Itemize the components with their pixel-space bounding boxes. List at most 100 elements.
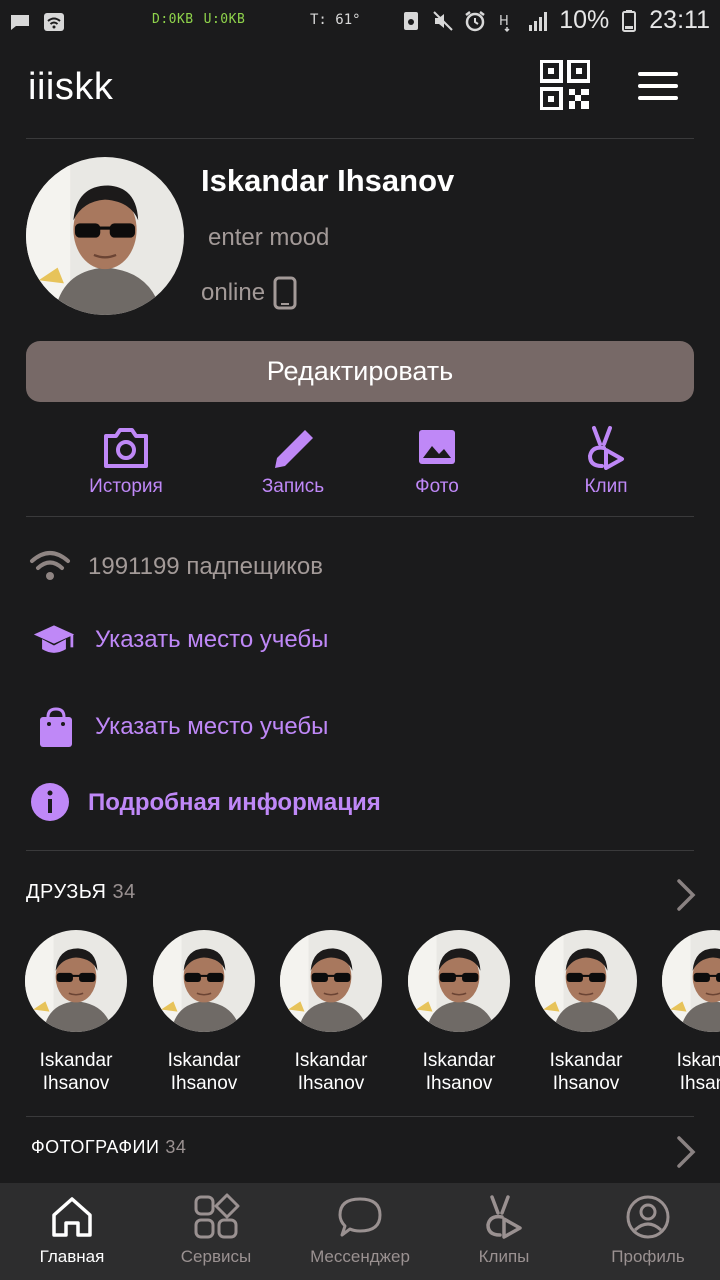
friends-count: 34 [112, 881, 136, 903]
hplus-icon: H [499, 14, 510, 32]
profile-icon [626, 1195, 670, 1239]
chat-notification-icon [11, 15, 29, 30]
friend-item[interactable]: Iskandar Ihsanov [408, 930, 510, 1095]
friend-last-name: Ihsanov [552, 1073, 620, 1094]
education-link: Указать место учебы [95, 626, 329, 653]
work-link: Указать место учебы [95, 713, 329, 740]
phone-icon [273, 276, 297, 310]
nav-home-label: Главная [39, 1247, 105, 1266]
friend-name: IskandarIhsanov [280, 1049, 382, 1095]
clip-icon [587, 426, 624, 470]
messenger-icon [338, 1197, 382, 1237]
app-title: iiiskk [28, 66, 114, 108]
action-post[interactable]: Запись [233, 424, 353, 498]
friend-first-name: Iskandar [676, 1050, 720, 1071]
friend-item-clipped[interactable]: Iskandar Ihsanov [662, 930, 720, 1090]
bottom-navigation: Главная Сервисы Мессенджер Клипы Профиль [0, 1183, 720, 1280]
friend-avatar [408, 930, 510, 1032]
followers-row[interactable]: 1991199 падпещиков [0, 545, 720, 589]
friend-item[interactable]: Iskandar Ihsanov [153, 930, 255, 1095]
friend-avatar [662, 930, 720, 1032]
details-link: Подробная информация [88, 789, 381, 816]
image-icon [419, 430, 455, 464]
action-story-label: История [89, 476, 163, 497]
status-text: online [201, 279, 266, 306]
friend-item[interactable]: Iskandar Ihsanov [535, 930, 637, 1095]
info-divider [26, 850, 694, 851]
wifi-notification-icon [44, 13, 64, 31]
friends-title: ДРУЗЬЯ [26, 881, 107, 903]
friend-avatar [535, 930, 637, 1032]
friend-last-name: Ihsanov [425, 1073, 493, 1094]
network-speed: D:0KB U:0KB [152, 12, 255, 27]
friend-item[interactable]: Iskandar Ihsanov [25, 930, 127, 1095]
wifi-icon [30, 551, 70, 580]
friend-avatar [153, 930, 255, 1032]
chevron-right-icon[interactable] [674, 1135, 698, 1169]
battery-icon [622, 9, 637, 32]
nav-home[interactable]: Главная [0, 1183, 144, 1280]
header-divider [26, 138, 694, 139]
friend-item[interactable]: Iskandar Ihsanov [280, 930, 382, 1095]
friend-item: Iskandar Ihsanov [662, 930, 720, 1090]
alarm-icon [465, 10, 485, 31]
nav-profile[interactable]: Профиль [576, 1183, 720, 1280]
hamburger-menu-icon[interactable] [636, 70, 680, 102]
svg-text:H: H [499, 14, 509, 29]
work-row[interactable]: Указать место учебы [0, 705, 720, 749]
photos-count: 34 [165, 1137, 187, 1157]
nav-services-label: Сервисы [180, 1247, 252, 1266]
qr-code-icon[interactable] [540, 60, 590, 110]
clock: 23:11 [649, 6, 710, 34]
friend-name: Iskandar Ihsanov [662, 1049, 720, 1090]
storage-icon [404, 11, 419, 30]
education-row[interactable]: Указать место учебы [0, 618, 720, 662]
net-down: D:0KB [152, 12, 194, 27]
status-bar: D:0KB U:0KB T: 61° H 10% 23:11 [0, 0, 720, 44]
pencil-icon [275, 430, 313, 468]
action-clip-label: Клип [584, 476, 628, 497]
chevron-right-icon[interactable] [674, 878, 698, 912]
profile-name: Iskandar Ihsanov [201, 163, 455, 198]
services-icon [194, 1193, 240, 1239]
details-row[interactable]: Подробная информация [0, 780, 720, 824]
friend-first-name: Iskandar [549, 1050, 623, 1071]
app-header: iiiskk [0, 44, 720, 138]
friend-name: IskandarIhsanov [535, 1049, 637, 1095]
actions-divider [26, 516, 694, 517]
shopping-bag-icon [40, 707, 72, 747]
nav-services[interactable]: Сервисы [144, 1183, 288, 1280]
net-up: U:0KB [203, 12, 246, 27]
friend-last-name: Ihsanov [679, 1073, 720, 1090]
friend-avatar [280, 930, 382, 1032]
signal-icon [529, 11, 548, 31]
friend-first-name: Iskandar [294, 1050, 368, 1071]
quick-actions: История Запись Фото Клип [0, 424, 720, 504]
edit-profile-button[interactable]: Редактировать [26, 341, 694, 402]
nav-clips[interactable]: Клипы [432, 1183, 576, 1280]
friend-name: IskandarIhsanov [25, 1049, 127, 1095]
nav-clips-label: Клипы [478, 1247, 530, 1266]
profile-avatar[interactable] [26, 157, 184, 315]
friend-first-name: Iskandar [422, 1050, 496, 1071]
home-icon [52, 1197, 92, 1237]
action-photo[interactable]: Фото [377, 424, 497, 498]
nav-messenger[interactable]: Мессенджер [288, 1183, 432, 1280]
action-clip[interactable]: Клип [546, 424, 666, 498]
graduation-cap-icon [33, 625, 75, 653]
nav-messenger-label: Мессенджер [310, 1247, 410, 1266]
profile-mood[interactable]: enter mood [208, 224, 329, 252]
friend-name: IskandarIhsanov [153, 1049, 255, 1095]
friends-divider [26, 1116, 694, 1117]
friend-last-name: Ihsanov [42, 1073, 110, 1094]
friend-last-name: Ihsanov [297, 1073, 365, 1094]
mute-icon [433, 10, 453, 31]
battery-percent: 10% [559, 6, 610, 34]
friends-header[interactable]: ДРУЗЬЯ 34 [26, 881, 136, 904]
action-story[interactable]: История [66, 424, 186, 498]
clips-icon [486, 1195, 522, 1239]
photos-title: ФОТОГРАФИИ [31, 1137, 160, 1157]
info-icon [31, 783, 69, 821]
nav-profile-label: Профиль [611, 1247, 685, 1266]
photos-header[interactable]: ФОТОГРАФИИ 34 [31, 1137, 186, 1158]
